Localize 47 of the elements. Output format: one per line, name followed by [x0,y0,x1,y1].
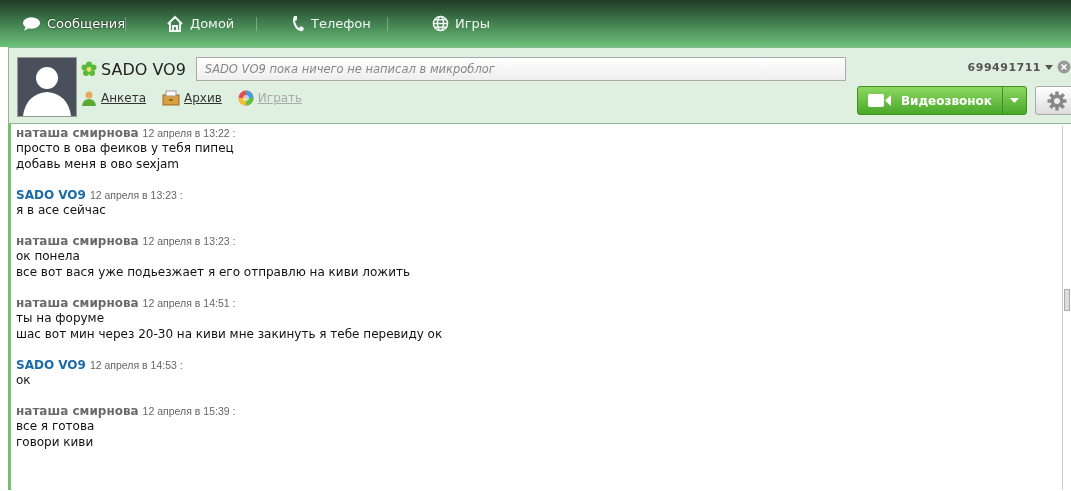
message-text: добавь меня в ово sexjam [16,156,181,172]
video-call-button[interactable]: Видеозвонок [856,86,1027,115]
message-time: 12 апреля в 13:23 : [89,189,183,201]
message-text: ты на форуме [16,310,106,326]
message-text: все я готова [16,418,96,434]
profile-link[interactable]: Архив [184,91,222,105]
message-text: я в асе сейчас [16,202,107,218]
message-author: SADO VO9 [16,358,86,372]
contact-number: 699491711 [967,60,1041,74]
message-author: наташа смирнова [16,234,139,248]
status-field[interactable]: SADO VO9 пока ничего не написал в микроблог [195,57,846,81]
contact-name: SADO VO9 [101,59,186,79]
message-text: просто в ова феиков у тебя пипец [16,140,235,156]
message-text: говори киви [16,434,95,450]
nav-tab[interactable]: Домой [126,14,256,47]
message-text: все вот вася уже подьезжает я его отправлю на киви ложить [16,264,412,280]
message-time: 12 апреля в 14:51 : [142,297,236,309]
person-icon [81,90,97,106]
nav-tab[interactable]: Сообщения [0,14,125,47]
message-text: шас вот мин через 20-30 на киви мне закинуть я тебе перевиду ок [16,326,444,342]
message-time: 12 апреля в 15:39 : [142,405,236,417]
message-author: наташа смирнова [16,404,139,418]
message-author: SADO VO9 [16,188,86,202]
colorful-ball-icon [237,90,254,106]
drawer-icon [162,90,181,106]
flower-icon [81,61,97,77]
settings-button[interactable] [1035,86,1071,115]
message-author: наташа смирнова [16,126,139,140]
message-time: 12 апреля в 14:53 : [89,359,183,371]
globe-icon [432,15,449,32]
home-icon [166,14,184,33]
avatar-silhouette [17,57,77,117]
message-author: наташа смирнова [16,296,139,310]
message-text: ок [16,372,32,388]
message-text: ок понела [16,248,81,264]
message-time: 12 апреля в 13:23 : [142,235,236,247]
speech-bubble-icon [22,15,41,32]
nav-tab[interactable]: Игры [388,14,508,47]
scrollbar[interactable] [1062,126,1071,490]
close-icon[interactable] [1057,60,1071,74]
phone-icon [291,14,305,33]
nav-tab[interactable]: Телефон [257,14,387,47]
message-time: 12 апреля в 13:22 : [142,127,236,139]
settings-icon [1047,90,1067,111]
caret-icon[interactable] [1045,64,1053,70]
camera-icon [867,94,892,107]
profile-link[interactable]: Анкета [101,91,147,105]
